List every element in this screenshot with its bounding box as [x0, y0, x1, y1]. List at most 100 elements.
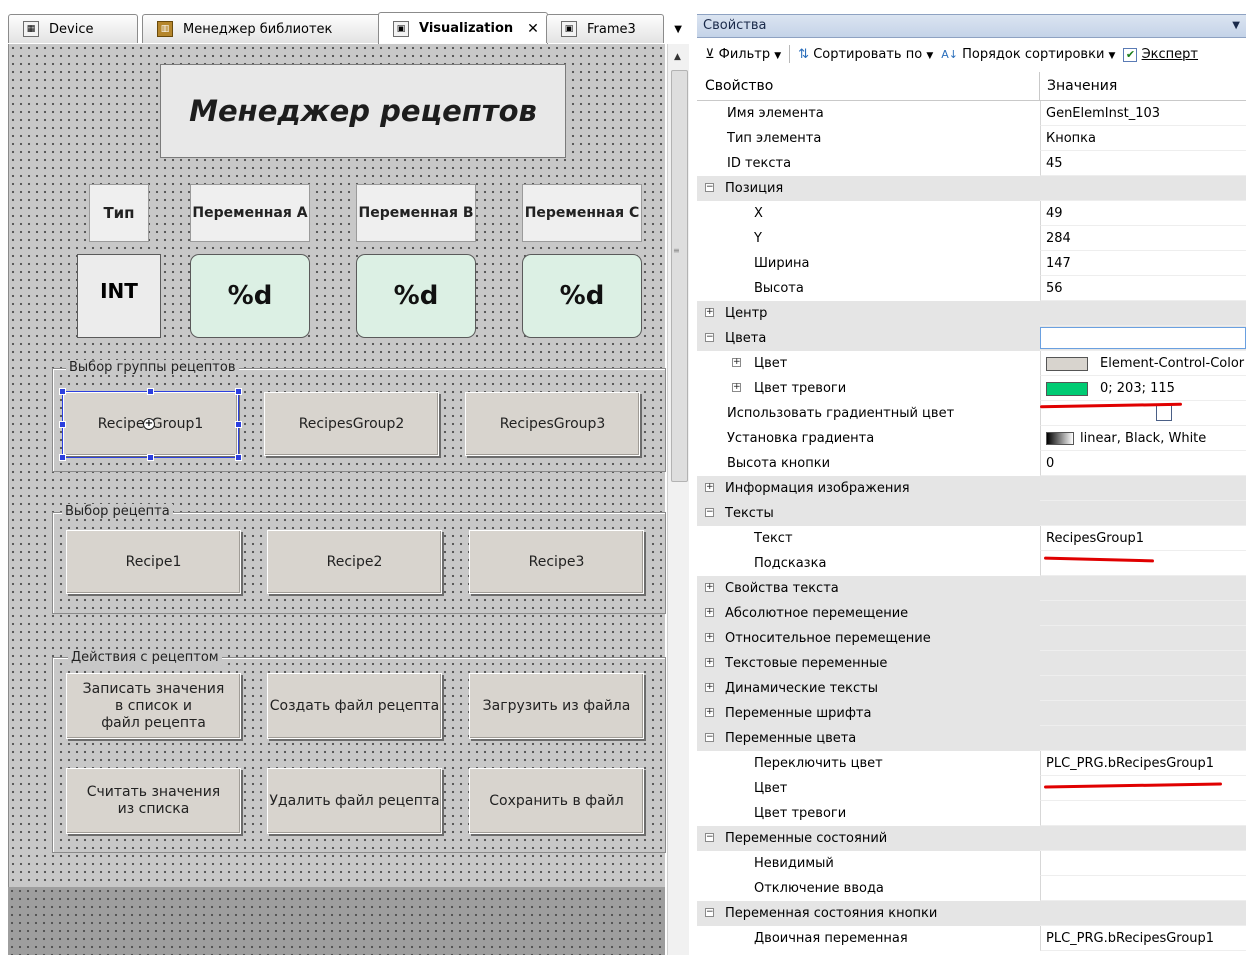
- property-category-row[interactable]: + Динамические тексты: [697, 676, 1246, 701]
- property-row[interactable]: Высота кнопки 0: [697, 451, 1246, 476]
- collapse-icon[interactable]: −: [705, 333, 714, 342]
- resize-handle[interactable]: [147, 454, 154, 461]
- tab-list-dropdown-icon[interactable]: ▼: [674, 24, 682, 35]
- property-value-cell[interactable]: [1040, 726, 1246, 751]
- expand-icon[interactable]: +: [705, 683, 714, 692]
- property-category-row[interactable]: − Позиция: [697, 176, 1246, 201]
- property-row[interactable]: Высота 56: [697, 276, 1246, 301]
- property-value-cell[interactable]: [1040, 876, 1246, 901]
- property-category-row[interactable]: + Относительное перемещение: [697, 626, 1246, 651]
- property-value-cell[interactable]: PLC_PRG.bRecipesGroup1: [1040, 926, 1246, 951]
- property-category-row[interactable]: − Цвета: [697, 326, 1246, 351]
- property-value-cell[interactable]: [1040, 901, 1246, 926]
- header-variable-c[interactable]: Переменная C: [522, 184, 642, 242]
- property-value-cell[interactable]: 284: [1040, 226, 1246, 251]
- load-from-file-button[interactable]: Загрузить из файла: [469, 673, 644, 739]
- save-to-file-button[interactable]: Сохранить в файл: [469, 768, 644, 834]
- scrollbar-thumb[interactable]: [671, 70, 688, 482]
- expand-icon[interactable]: +: [705, 308, 714, 317]
- property-value-cell[interactable]: [1040, 476, 1246, 501]
- collapse-icon[interactable]: −: [705, 833, 714, 842]
- property-category-row[interactable]: − Переменные состояний: [697, 826, 1246, 851]
- property-row[interactable]: X 49: [697, 201, 1246, 226]
- use-gradient-checkbox[interactable]: [1156, 404, 1172, 421]
- column-divider[interactable]: [1039, 72, 1040, 100]
- collapse-icon[interactable]: −: [705, 908, 714, 917]
- property-row[interactable]: + Цвет Element-Control-Color: [697, 351, 1246, 376]
- property-value-cell[interactable]: [1040, 601, 1246, 626]
- expand-icon[interactable]: +: [705, 583, 714, 592]
- property-row[interactable]: Невидимый: [697, 851, 1246, 876]
- property-row[interactable]: Цвет тревоги: [697, 801, 1246, 826]
- expand-icon[interactable]: +: [705, 633, 714, 642]
- property-category-row[interactable]: + Свойства текста: [697, 576, 1246, 601]
- resize-handle[interactable]: [59, 454, 66, 461]
- expert-checkbox-icon[interactable]: ✔: [1123, 47, 1138, 62]
- collapse-icon[interactable]: −: [705, 183, 714, 192]
- header-variable-a[interactable]: Переменная A: [190, 184, 310, 242]
- tab-frame3[interactable]: ▣ Frame3: [546, 14, 664, 43]
- panel-menu-icon[interactable]: ▼: [1232, 15, 1240, 37]
- property-row[interactable]: Текст RecipesGroup1: [697, 526, 1246, 551]
- expand-icon[interactable]: +: [705, 608, 714, 617]
- property-value-cell[interactable]: [1040, 626, 1246, 651]
- property-row[interactable]: Цвет: [697, 776, 1246, 801]
- property-row[interactable]: Тип элемента Кнопка: [697, 126, 1246, 151]
- property-value-cell[interactable]: 45: [1040, 151, 1246, 176]
- property-value-cell[interactable]: [1040, 651, 1246, 676]
- property-value-cell[interactable]: [1040, 676, 1246, 701]
- collapse-icon[interactable]: −: [705, 733, 714, 742]
- move-handle-icon[interactable]: +: [143, 418, 155, 430]
- tab-library-manager[interactable]: ▥ Менеджер библиотек: [142, 14, 382, 43]
- property-row[interactable]: Y 284: [697, 226, 1246, 251]
- recipe1-button[interactable]: Recipe1: [66, 530, 241, 594]
- property-category-row[interactable]: + Абсолютное перемещение: [697, 601, 1246, 626]
- resize-handle[interactable]: [235, 388, 242, 395]
- property-category-row[interactable]: − Тексты: [697, 501, 1246, 526]
- canvas-vertical-scrollbar[interactable]: ▲ ≡: [667, 44, 689, 955]
- property-value-cell[interactable]: [1040, 826, 1246, 851]
- property-value-cell[interactable]: 147: [1040, 251, 1246, 276]
- property-row[interactable]: + Цвет тревоги 0; 203; 115: [697, 376, 1246, 401]
- property-category-row[interactable]: + Текстовые переменные: [697, 651, 1246, 676]
- delete-recipe-file-button[interactable]: Удалить файл рецепта: [267, 768, 442, 834]
- property-value-cell[interactable]: RecipesGroup1: [1040, 526, 1246, 551]
- property-row[interactable]: Двоичная переменная PLC_PRG.bRecipesGroup…: [697, 926, 1246, 951]
- scroll-up-icon[interactable]: ▲: [674, 52, 681, 62]
- write-values-button[interactable]: Записать значения в список и файл рецепт…: [66, 673, 241, 739]
- property-value-cell[interactable]: Element-Control-Color: [1040, 351, 1246, 376]
- sort-by-button[interactable]: ⇅ Сортировать по ▼: [798, 47, 933, 62]
- property-value-cell[interactable]: GenElemInst_103: [1040, 101, 1246, 126]
- resize-handle[interactable]: [235, 421, 242, 428]
- property-value-cell[interactable]: Кнопка: [1040, 126, 1246, 151]
- property-value-cell[interactable]: [1040, 301, 1246, 326]
- create-recipe-file-button[interactable]: Создать файл рецепта: [267, 673, 442, 739]
- resize-handle[interactable]: [235, 454, 242, 461]
- recipes-group3-button[interactable]: RecipesGroup3: [465, 392, 640, 456]
- property-value-cell[interactable]: 49: [1040, 201, 1246, 226]
- header-type[interactable]: Тип: [89, 184, 149, 242]
- color-swatch[interactable]: [1046, 356, 1088, 371]
- property-value-cell[interactable]: 56: [1040, 276, 1246, 301]
- expand-icon[interactable]: +: [732, 383, 741, 392]
- property-value-cell[interactable]: 0; 203; 115: [1040, 376, 1246, 401]
- resize-handle[interactable]: [59, 421, 66, 428]
- column-header-value[interactable]: Значения: [1047, 78, 1117, 94]
- property-value-cell[interactable]: linear, Black, White: [1040, 426, 1246, 451]
- property-value-cell[interactable]: [1040, 801, 1246, 826]
- filter-button[interactable]: ⊻ Фильтр ▼: [705, 47, 781, 62]
- property-value-cell[interactable]: [1040, 851, 1246, 876]
- property-row[interactable]: Установка градиента linear, Black, White: [697, 426, 1246, 451]
- property-value-cell[interactable]: [1040, 501, 1246, 526]
- column-header-property[interactable]: Свойство: [705, 78, 773, 94]
- property-row[interactable]: ID текста 45: [697, 151, 1246, 176]
- property-row[interactable]: Ширина 147: [697, 251, 1246, 276]
- property-category-row[interactable]: − Переменная состояния кнопки: [697, 901, 1246, 926]
- variable-a-value[interactable]: %d: [190, 254, 310, 338]
- header-variable-b[interactable]: Переменная B: [356, 184, 476, 242]
- recipe3-button[interactable]: Recipe3: [469, 530, 644, 594]
- recipe-manager-title-box[interactable]: Менеджер рецептов: [160, 64, 566, 158]
- resize-handle[interactable]: [147, 388, 154, 395]
- sort-order-button[interactable]: A↓ Порядок сортировки ▼: [941, 47, 1115, 62]
- property-row[interactable]: Имя элемента GenElemInst_103: [697, 101, 1246, 126]
